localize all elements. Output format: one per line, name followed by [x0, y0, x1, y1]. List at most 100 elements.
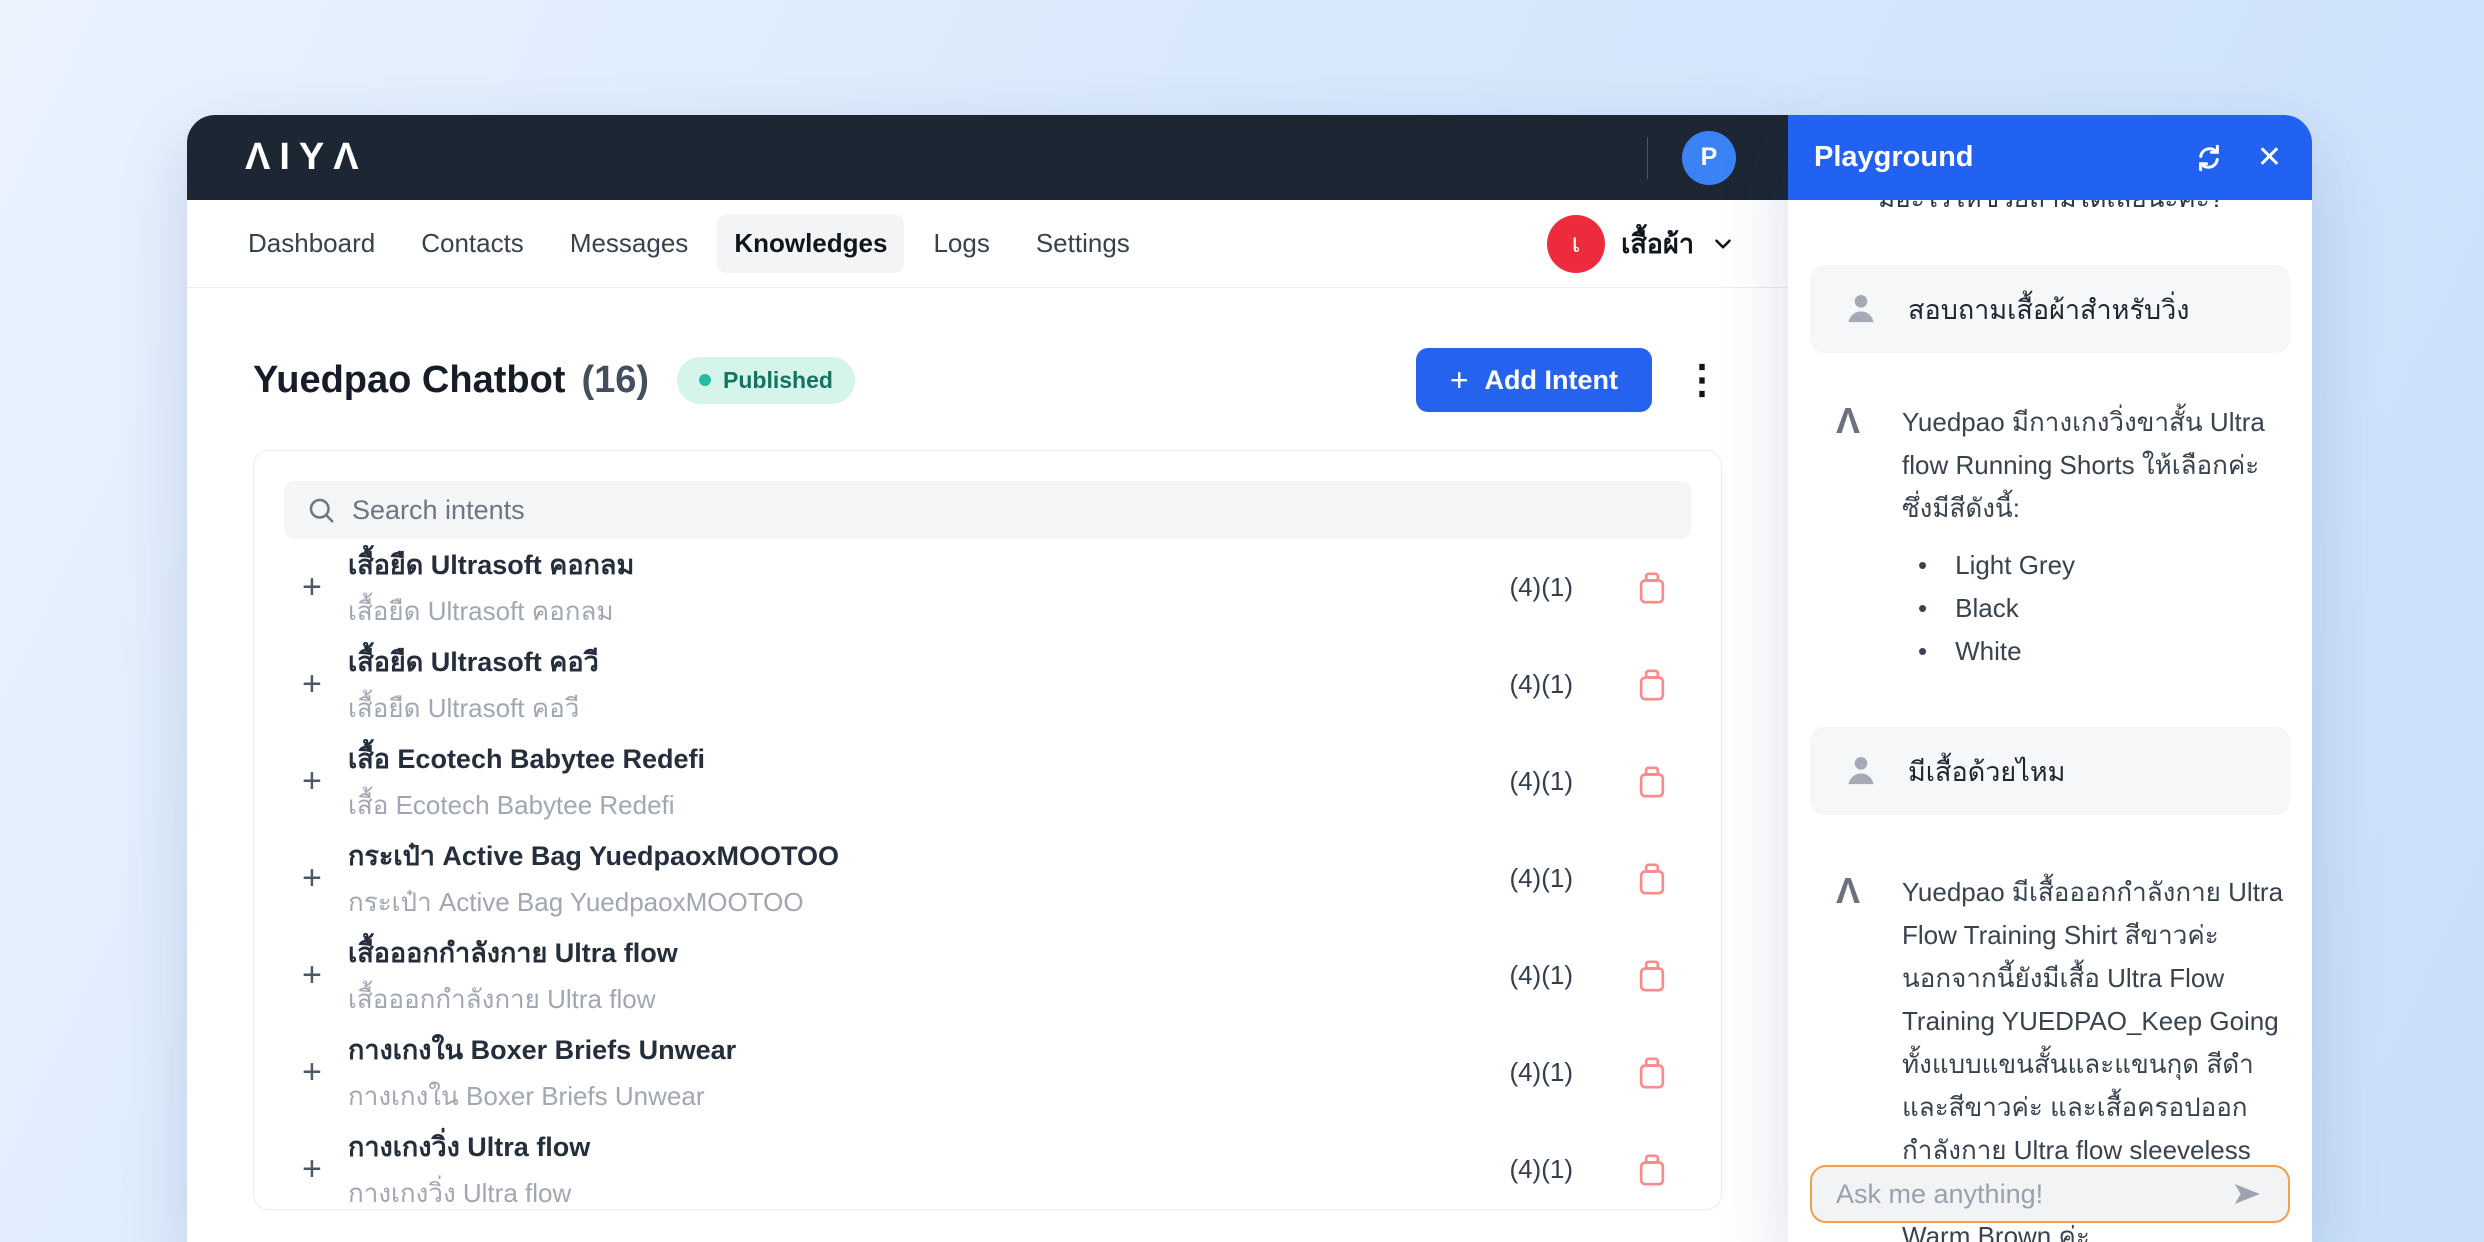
bullet-item: • White [1918, 630, 2290, 673]
user-message-text: สอบถามเสื้อผ้าสำหรับวิ่ง [1908, 288, 2189, 331]
trash-icon [1632, 956, 1672, 996]
delete-intent-button[interactable] [1629, 953, 1675, 999]
delete-intent-button[interactable] [1629, 1147, 1675, 1193]
intent-subtitle: เสื้อออกกำลังกาย Ultra flow [348, 979, 678, 1020]
chat-input[interactable] [1836, 1179, 2216, 1210]
delete-intent-button[interactable] [1629, 856, 1675, 902]
intent-counts: (4)(1) [1509, 863, 1573, 894]
intent-counts: (4)(1) [1509, 1154, 1573, 1185]
tab-logs[interactable]: Logs [916, 214, 1006, 273]
trash-icon [1632, 762, 1672, 802]
intent-subtitle: กางเกงวิ่ง Ultra flow [348, 1173, 590, 1214]
intent-counts: (4)(1) [1509, 1057, 1573, 1088]
account-menu[interactable]: เ เสื้อผ้า [1547, 215, 1736, 273]
intent-subtitle: เสื้อ Ecotech Babytee Redefi [348, 785, 705, 826]
plus-icon: + [1450, 364, 1469, 396]
knowledges-page: Yuedpao Chatbot (16) Published + Add Int… [187, 288, 1788, 1210]
intent-subtitle: กระเป๋า Active Bag YuedpaoxMOOTOO [348, 882, 839, 923]
intent-title: เสื้อยืด Ultrasoft คอวี [348, 640, 599, 683]
intent-row[interactable]: + เสื้อยืด Ultrasoft คอวี เสื้อยืด Ultra… [284, 636, 1691, 733]
intent-text: กระเป๋า Active Bag YuedpaoxMOOTOO กระเป๋… [348, 834, 839, 923]
bullet-icon: • [1918, 630, 1927, 673]
tab-messages[interactable]: Messages [553, 214, 706, 273]
bullet-icon: • [1918, 587, 1927, 630]
page-title: Yuedpao Chatbot [253, 359, 565, 402]
user-avatar[interactable]: P [1682, 131, 1736, 185]
intent-counts: (4)(1) [1509, 766, 1573, 797]
expand-plus-icon[interactable]: + [302, 762, 348, 801]
tab-contacts[interactable]: Contacts [404, 214, 541, 273]
search-icon [306, 495, 336, 525]
intent-text: เสื้อออกกำลังกาย Ultra flow เสื้อออกกำลั… [348, 931, 678, 1020]
intent-text: เสื้อ Ecotech Babytee Redefi เสื้อ Ecote… [348, 737, 705, 826]
playground-title: Playground [1814, 141, 1974, 174]
chevron-down-icon [1710, 231, 1736, 257]
kebab-menu-icon[interactable]: ⋮ [1682, 360, 1722, 400]
intent-title: เสื้อออกกำลังกาย Ultra flow [348, 931, 678, 974]
account-label: เสื้อผ้า [1621, 222, 1694, 265]
trash-icon [1632, 1150, 1672, 1190]
user-message: สอบถามเสื้อผ้าสำหรับวิ่ง [1810, 265, 2290, 353]
intent-counts: (4)(1) [1509, 669, 1573, 700]
intent-text: กางเกงใน Boxer Briefs Unwear กางเกงใน Bo… [348, 1028, 736, 1117]
send-button[interactable] [2230, 1177, 2264, 1211]
intent-text: เสื้อยืด Ultrasoft คอกลม เสื้อยืด Ultras… [348, 543, 634, 632]
delete-intent-button[interactable] [1629, 1050, 1675, 1096]
tab-knowledges[interactable]: Knowledges [717, 214, 904, 273]
delete-intent-button[interactable] [1629, 759, 1675, 805]
intents-card: + เสื้อยืด Ultrasoft คอกลม เสื้อยืด Ultr… [253, 450, 1722, 1210]
account-avatar[interactable]: เ [1547, 215, 1605, 273]
add-intent-label: Add Intent [1485, 365, 1618, 396]
intent-text: เสื้อยืด Ultrasoft คอวี เสื้อยืด Ultraso… [348, 640, 599, 729]
intent-row[interactable]: + กางเกงใน Boxer Briefs Unwear กางเกงใน … [284, 1024, 1691, 1121]
status-label: Published [723, 367, 833, 394]
search-input[interactable] [352, 495, 1669, 526]
intent-row[interactable]: + เสื้อ Ecotech Babytee Redefi เสื้อ Eco… [284, 733, 1691, 830]
playground-actions: ✕ [2191, 140, 2282, 176]
status-badge: Published [677, 357, 855, 404]
intent-subtitle: กางเกงใน Boxer Briefs Unwear [348, 1076, 736, 1117]
expand-plus-icon[interactable]: + [302, 665, 348, 704]
expand-plus-icon[interactable]: + [302, 568, 348, 607]
delete-intent-button[interactable] [1629, 662, 1675, 708]
desktop-background: ΛIYΛ P Dashboard Contacts Messages Knowl… [0, 0, 2484, 1242]
add-intent-button[interactable]: + Add Intent [1416, 348, 1652, 412]
status-dot-icon [699, 374, 711, 386]
trash-icon [1632, 1053, 1672, 1093]
intent-row[interactable]: + กระเป๋า Active Bag YuedpaoxMOOTOO กระเ… [284, 830, 1691, 927]
close-icon[interactable]: ✕ [2257, 140, 2282, 175]
search-bar[interactable] [284, 481, 1691, 539]
intent-text: กางเกงวิ่ง Ultra flow กางเกงวิ่ง Ultra f… [348, 1125, 590, 1214]
tab-dashboard[interactable]: Dashboard [231, 214, 392, 273]
trash-icon [1632, 665, 1672, 705]
bot-avatar-icon: Λ [1836, 401, 1880, 673]
expand-plus-icon[interactable]: + [302, 859, 348, 898]
intent-title: กระเป๋า Active Bag YuedpaoxMOOTOO [348, 834, 839, 877]
intent-row[interactable]: + เสื้อยืด Ultrasoft คอกลม เสื้อยืด Ultr… [284, 539, 1691, 636]
bullet-item: • Light Grey [1918, 544, 2290, 587]
playground-panel: Playground ✕ มีอะไรให้ช่วยถามได้เลยนะคะ? [1788, 115, 2312, 1242]
intent-row[interactable]: + เสื้อออกกำลังกาย Ultra flow เสื้อออกกำ… [284, 927, 1691, 1024]
refresh-icon [2191, 140, 2227, 176]
playground-header: Playground ✕ [1788, 115, 2312, 200]
main-nav-tabs: Dashboard Contacts Messages Knowledges L… [187, 200, 1788, 288]
intent-row[interactable]: + กางเกงวิ่ง Ultra flow กางเกงวิ่ง Ultra… [284, 1121, 1691, 1218]
tab-settings[interactable]: Settings [1019, 214, 1147, 273]
intent-counts: (4)(1) [1509, 572, 1573, 603]
expand-plus-icon[interactable]: + [302, 1150, 348, 1189]
page-header: Yuedpao Chatbot (16) Published + Add Int… [253, 348, 1722, 412]
refresh-button[interactable] [2191, 140, 2227, 176]
person-icon [1840, 750, 1882, 792]
bullet-icon: • [1918, 544, 1927, 587]
bot-message: Λ Yuedpao มีกางเกงวิ่งขาสั้น Ultra flow … [1810, 401, 2290, 673]
chat-input-bar[interactable] [1810, 1165, 2290, 1223]
app-window: ΛIYΛ P Dashboard Contacts Messages Knowl… [187, 115, 1788, 1242]
trash-icon [1632, 859, 1672, 899]
expand-plus-icon[interactable]: + [302, 956, 348, 995]
clipped-message: มีอะไรให้ช่วยถามได้เลยนะคะ? [1810, 200, 2290, 215]
delete-intent-button[interactable] [1629, 565, 1675, 611]
trash-icon [1632, 568, 1672, 608]
expand-plus-icon[interactable]: + [302, 1053, 348, 1092]
bot-message-body: Yuedpao มีกางเกงวิ่งขาสั้น Ultra flow Ru… [1902, 401, 2290, 673]
user-message: มีเสื้อด้วยไหม [1810, 727, 2290, 815]
